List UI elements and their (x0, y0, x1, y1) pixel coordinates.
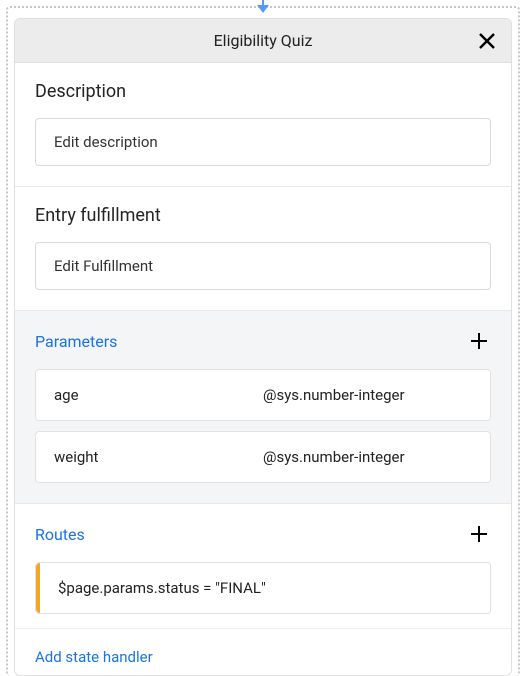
panel-title: Eligibility Quiz (214, 31, 313, 50)
plus-icon (469, 331, 489, 351)
parameter-type: @sys.number-integer (263, 448, 472, 466)
routes-heading: Routes (35, 522, 491, 546)
plus-icon (469, 524, 489, 544)
entry-fulfillment-heading: Entry fulfillment (35, 205, 491, 226)
incoming-arrow-icon (254, 0, 272, 17)
panel-body: Description Edit description Entry fulfi… (15, 63, 511, 676)
add-parameter-button[interactable] (467, 329, 491, 353)
parameters-label[interactable]: Parameters (35, 332, 117, 351)
edit-fulfillment-field[interactable]: Edit Fulfillment (35, 242, 491, 290)
parameter-row[interactable]: weight @sys.number-integer (35, 431, 491, 483)
parameter-name: weight (54, 448, 263, 466)
entry-fulfillment-section: Entry fulfillment Edit Fulfillment (15, 187, 511, 311)
routes-label[interactable]: Routes (35, 525, 85, 544)
add-route-button[interactable] (467, 522, 491, 546)
panel-header: Eligibility Quiz (15, 19, 511, 63)
edit-description-field[interactable]: Edit description (35, 118, 491, 166)
parameter-row[interactable]: age @sys.number-integer (35, 369, 491, 421)
add-state-handler-link[interactable]: Add state handler (35, 648, 153, 666)
route-row[interactable]: $page.params.status = "FINAL" (35, 562, 491, 614)
parameter-name: age (54, 386, 263, 404)
close-button[interactable] (473, 27, 501, 55)
add-handler-section: Add state handler (15, 629, 511, 676)
route-condition: $page.params.status = "FINAL" (40, 563, 284, 613)
close-icon (478, 32, 496, 50)
parameters-heading: Parameters (35, 329, 491, 353)
parameters-section: Parameters age @sys.number-integer weigh… (15, 311, 511, 504)
description-heading: Description (35, 81, 491, 102)
routes-section: Routes $page.params.status = "FINAL" (15, 504, 511, 629)
page-config-panel: Eligibility Quiz Description Edit descri… (14, 18, 512, 676)
parameter-type: @sys.number-integer (263, 386, 472, 404)
description-section: Description Edit description (15, 63, 511, 187)
